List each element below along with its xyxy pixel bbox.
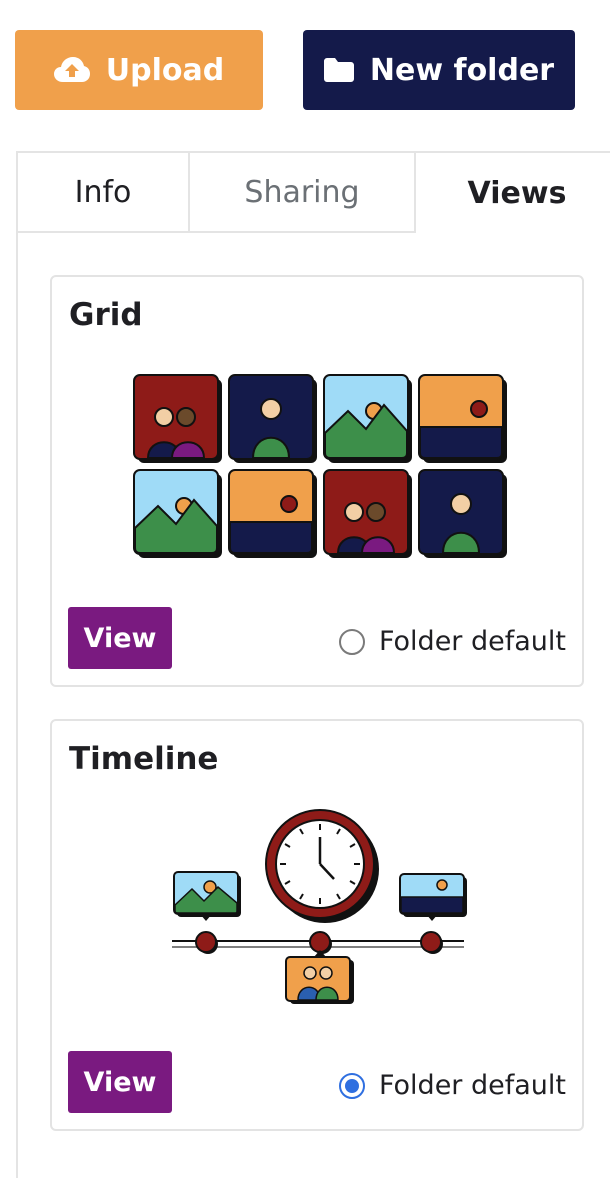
upload-button[interactable]: Upload xyxy=(15,30,263,110)
cloud-upload-icon xyxy=(53,57,90,83)
timeline-folder-default-radio[interactable] xyxy=(338,1072,365,1099)
upload-label: Upload xyxy=(105,52,225,88)
card-title: Timeline xyxy=(69,741,219,777)
tab-sharing[interactable]: Sharing xyxy=(190,153,416,233)
new-folder-button[interactable]: New folder xyxy=(303,30,575,110)
clock-icon xyxy=(265,809,379,923)
tab-views[interactable]: Views xyxy=(416,153,610,233)
radio-label: Folder default xyxy=(378,626,566,657)
timeline-illustration xyxy=(172,809,467,1004)
timeline-view-button[interactable]: View xyxy=(68,1051,172,1113)
tab-bar: Info Sharing Views xyxy=(18,153,610,233)
grid-folder-default-radio[interactable] xyxy=(338,628,365,655)
folder-details-panel: Info Sharing Views Grid View Folder defa… xyxy=(16,151,610,1178)
grid-folder-default-option[interactable]: Folder default xyxy=(338,626,566,657)
grid-illustration xyxy=(133,374,508,559)
timeline-folder-default-option[interactable]: Folder default xyxy=(338,1070,566,1101)
folder-icon xyxy=(323,58,354,82)
grid-view-button[interactable]: View xyxy=(68,607,172,669)
tab-info[interactable]: Info xyxy=(18,153,190,233)
grid-view-card: Grid View Folder default xyxy=(50,275,584,687)
radio-label: Folder default xyxy=(378,1070,566,1101)
new-folder-label: New folder xyxy=(369,52,555,88)
card-title: Grid xyxy=(69,297,143,333)
timeline-view-card: Timeline View Folder default xyxy=(50,719,584,1131)
